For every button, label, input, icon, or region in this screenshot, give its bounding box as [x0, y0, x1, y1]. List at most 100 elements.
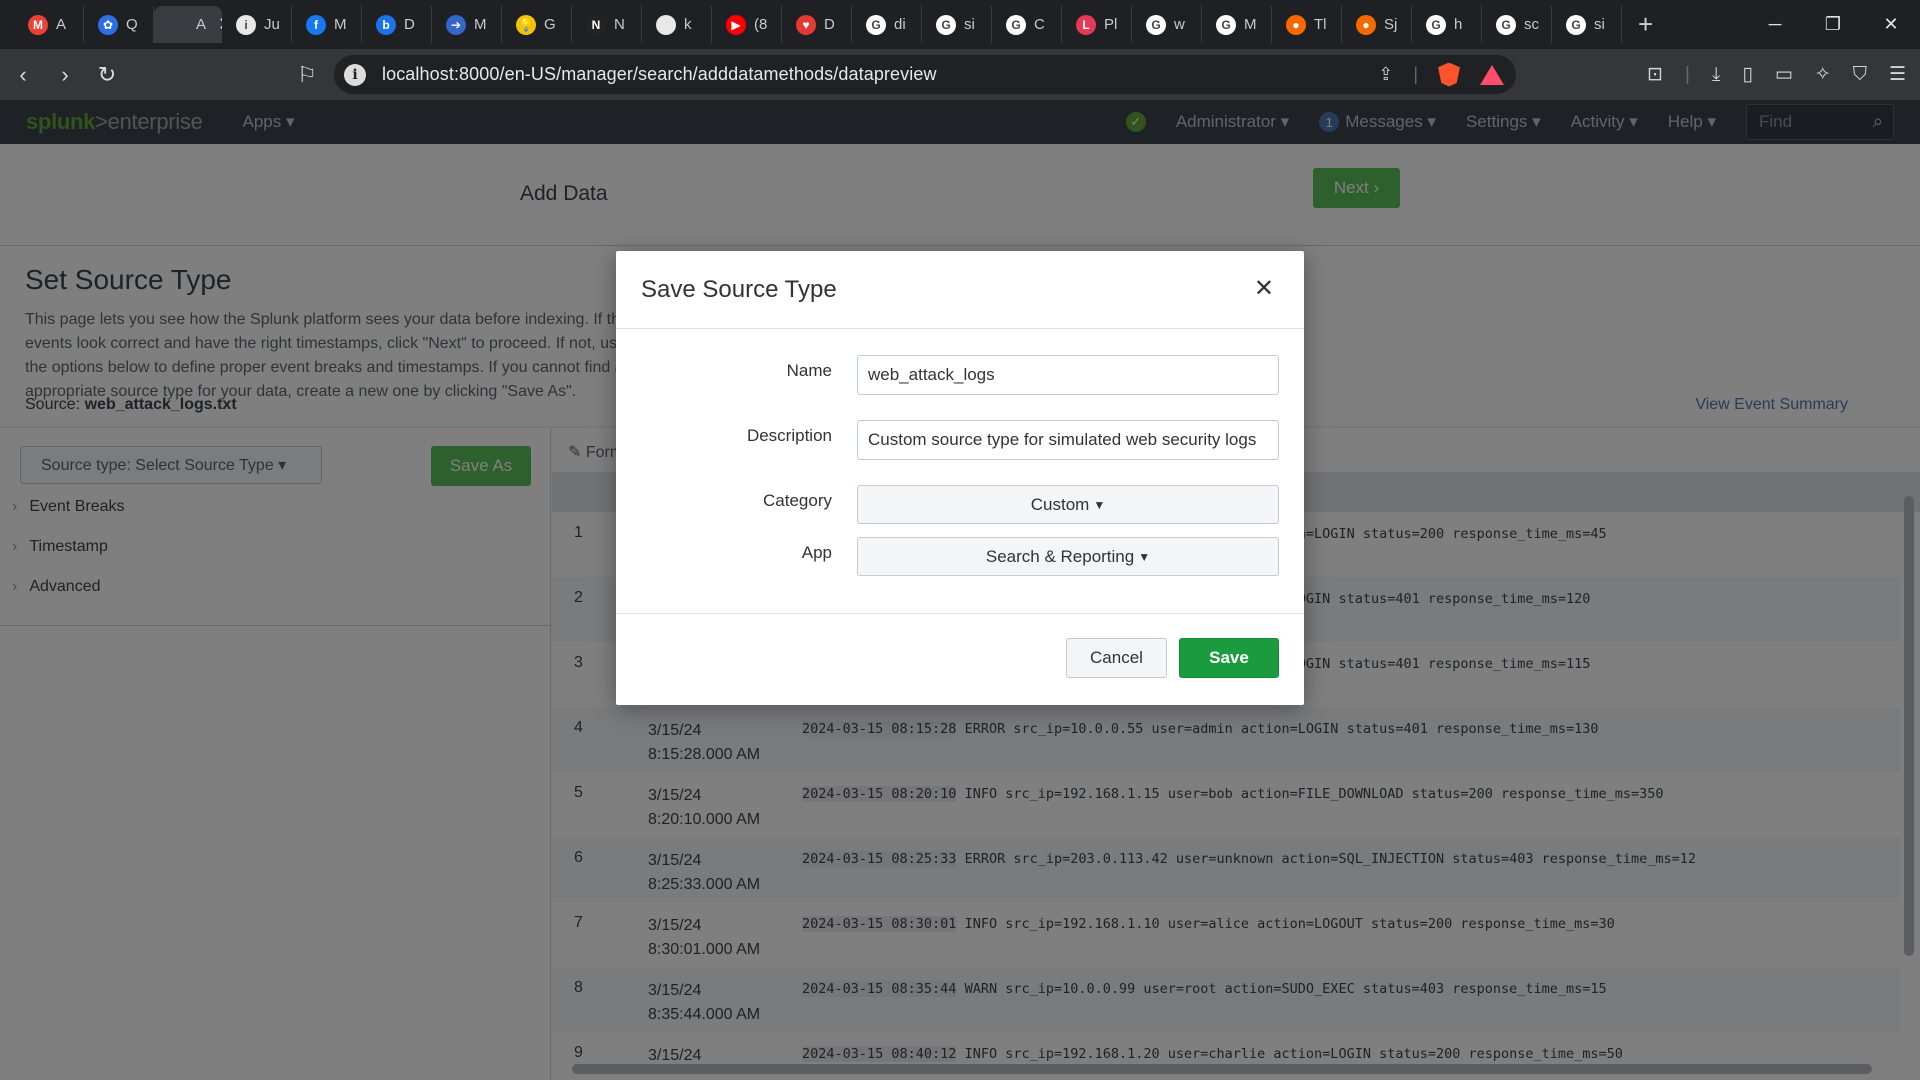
tab-label: k — [684, 16, 692, 33]
tab-favicon-icon: ➔ — [446, 14, 466, 35]
tab-label: sc — [1524, 16, 1539, 33]
tab-label: M — [1244, 16, 1257, 33]
tab-favicon-icon — [656, 14, 676, 35]
description-label: Description — [746, 426, 832, 445]
tab-favicon-icon: N — [586, 14, 606, 35]
tab-favicon-icon: 💡 — [516, 14, 536, 35]
cancel-button[interactable]: Cancel — [1066, 638, 1167, 678]
description-input[interactable]: Custom source type for simulated web sec… — [857, 420, 1279, 460]
tab-label: w — [1174, 16, 1185, 33]
app-select[interactable]: Search & Reporting ▼ — [857, 537, 1279, 576]
tab-label: Q — [126, 16, 138, 33]
tab-favicon-icon: ▶ — [726, 14, 746, 35]
browser-tab[interactable]: ● Tl — [1272, 6, 1342, 43]
tab-label: M — [474, 16, 487, 33]
name-label: Name — [786, 361, 832, 380]
tab-label: D — [824, 16, 835, 33]
browser-tab[interactable]: i Ju — [222, 6, 292, 43]
browser-tab[interactable]: ● Sj — [1342, 6, 1412, 43]
reload-icon[interactable]: ↻ — [88, 56, 126, 94]
browser-tab[interactable]: GM — [1202, 6, 1272, 43]
browser-tab[interactable]: ▶ (8 — [712, 6, 782, 43]
browser-tab[interactable]: Gsi — [1552, 6, 1622, 43]
category-select[interactable]: Custom ▼ — [857, 485, 1279, 524]
dialog-title: Save Source Type — [641, 276, 837, 303]
menu-icon[interactable]: ☰ — [1889, 63, 1906, 86]
browser-tab[interactable]: Gh — [1412, 6, 1482, 43]
vpn-icon[interactable]: ⛉ — [1853, 64, 1867, 86]
brave-rewards-icon[interactable] — [1480, 64, 1504, 85]
splunk-page: splunk>enterprise Apps ▾ ✓ Administrator… — [0, 100, 1920, 1080]
tab-label: A — [56, 16, 67, 33]
caret-down-icon: ▼ — [1138, 549, 1151, 564]
browser-tab[interactable]: Gsc — [1482, 6, 1552, 43]
screenshot-icon[interactable]: ⊡ — [1647, 63, 1663, 86]
minimize-icon[interactable]: ─ — [1746, 14, 1804, 35]
new-tab-icon[interactable]: + — [1638, 9, 1653, 40]
tab-favicon-icon: G — [1496, 14, 1516, 35]
browser-tab[interactable]: fM — [292, 6, 362, 43]
browser-tab[interactable]: ✿ Q — [84, 6, 154, 43]
browser-tab[interactable]: GC — [992, 6, 1062, 43]
back-icon[interactable]: ‹ — [4, 56, 42, 94]
browser-toolbar: ‹ › ↻ ⚐ i localhost:8000/en-US/manager/s… — [0, 49, 1920, 100]
browser-tab[interactable]: 💡 G — [502, 6, 572, 43]
window-controls: ─ ❐ ✕ — [1746, 0, 1920, 49]
leo-ai-icon[interactable]: ✧ — [1815, 63, 1831, 86]
category-label: Category — [763, 491, 832, 510]
bookmark-icon[interactable]: ⚐ — [288, 56, 326, 94]
close-icon[interactable]: ✕ — [1254, 277, 1274, 301]
tab-favicon-icon: L — [1076, 14, 1096, 35]
tab-label: Pl — [1104, 16, 1118, 33]
browser-tab[interactable]: bD — [362, 6, 432, 43]
site-info-icon[interactable]: i — [344, 63, 366, 86]
tab-favicon-icon: f — [306, 14, 326, 35]
tab-label: C — [1034, 16, 1045, 33]
tab-label: D — [404, 16, 415, 33]
tab-label: M — [334, 16, 347, 33]
name-input[interactable]: web_attack_logs — [857, 355, 1279, 395]
tab-label: G — [544, 16, 556, 33]
browser-tabstrip: MA✿QA✕iJufMbD➔M💡GNNk▶(8♥DGdiGsiGCLPlGwGM… — [0, 0, 1920, 49]
browser-tab[interactable]: NN — [572, 6, 642, 43]
tab-favicon-icon: M — [28, 14, 48, 35]
tab-favicon-icon: G — [1566, 14, 1586, 35]
tab-favicon-icon: i — [236, 14, 256, 35]
tab-favicon-icon: G — [1216, 14, 1236, 35]
tab-favicon-icon: G — [1426, 14, 1446, 35]
tab-favicon-icon — [168, 15, 188, 35]
url-text: localhost:8000/en-US/manager/search/addd… — [382, 64, 937, 84]
wallet-icon[interactable]: ▭ — [1775, 63, 1793, 86]
address-bar[interactable]: i localhost:8000/en-US/manager/search/ad… — [334, 55, 1516, 94]
tab-label: h — [1454, 16, 1463, 33]
tab-label: Sj — [1384, 16, 1398, 33]
browser-tab[interactable]: Gsi — [922, 6, 992, 43]
tab-label: A — [196, 16, 207, 33]
tab-favicon-icon: ● — [1356, 14, 1376, 35]
tab-favicon-icon: G — [1146, 14, 1166, 35]
forward-icon[interactable]: › — [46, 56, 84, 94]
browser-tab[interactable]: A✕ — [154, 6, 222, 43]
sidebar-icon[interactable]: ▯ — [1742, 63, 1752, 86]
browser-tab[interactable]: k — [642, 6, 712, 43]
browser-tab[interactable]: ➔ M — [432, 6, 502, 43]
browser-tab[interactable]: Gw — [1132, 6, 1202, 43]
share-icon[interactable]: ⇪ — [1378, 64, 1393, 85]
browser-tab[interactable]: Gdi — [852, 6, 922, 43]
save-button[interactable]: Save — [1179, 638, 1279, 678]
download-icon[interactable]: ⤓ — [1712, 64, 1720, 86]
tab-favicon-icon: G — [1006, 14, 1026, 35]
close-window-icon[interactable]: ✕ — [1862, 14, 1920, 35]
browser-tab[interactable]: ♥ D — [782, 6, 852, 43]
brave-shield-icon[interactable] — [1438, 62, 1460, 87]
app-label: App — [801, 543, 832, 562]
browser-tab[interactable]: MA — [14, 6, 84, 43]
tab-label: Ju — [264, 16, 280, 33]
tab-favicon-icon: ✿ — [98, 14, 118, 35]
save-source-type-dialog: Save Source Type ✕ Name web_attack_logs … — [616, 251, 1304, 705]
tab-favicon-icon: ♥ — [796, 14, 816, 35]
restore-icon[interactable]: ❐ — [1804, 14, 1862, 35]
tab-label: Tl — [1314, 16, 1327, 33]
tab-label: (8 — [754, 16, 768, 33]
browser-tab[interactable]: L Pl — [1062, 6, 1132, 43]
